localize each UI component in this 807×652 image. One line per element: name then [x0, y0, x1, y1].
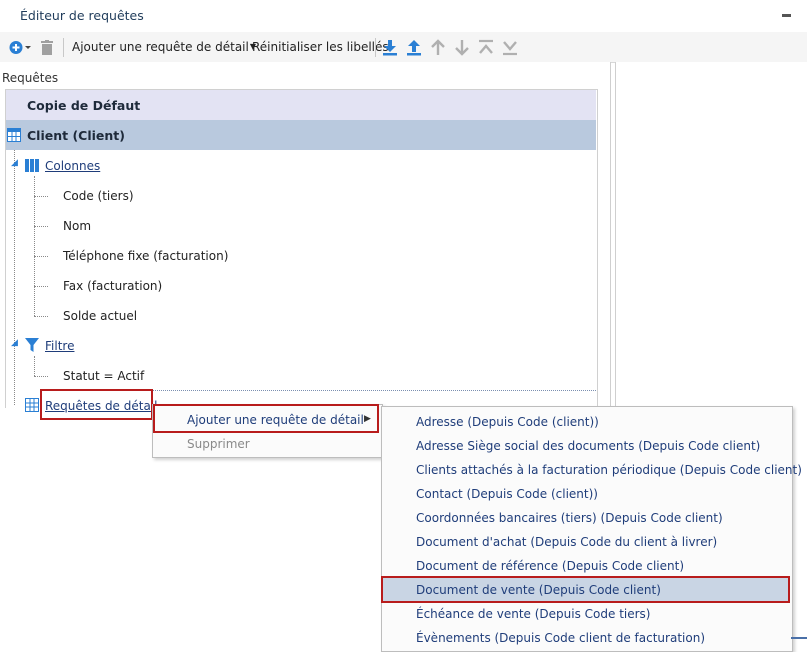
highlight-box — [153, 404, 379, 433]
upload-button[interactable] — [404, 38, 424, 57]
upload-icon — [407, 40, 421, 56]
highlight-box — [40, 389, 153, 420]
tree-entity-label: Client (Client) — [27, 128, 125, 143]
column-item[interactable]: Solde actuel — [63, 309, 137, 323]
detail-query-icon — [25, 398, 39, 412]
add-detail-button[interactable]: Ajouter une requête de détail▼ — [72, 40, 256, 54]
submenu-item[interactable]: Échéance de vente (Depuis Code tiers) — [416, 607, 650, 621]
column-item[interactable]: Fax (facturation) — [63, 279, 162, 293]
menu-item-delete[interactable]: Supprimer — [187, 437, 250, 451]
tree-connector — [34, 256, 48, 257]
move-top-icon — [479, 39, 493, 54]
move-down-button[interactable] — [452, 38, 472, 57]
expand-toggle-icon[interactable]: ◢ — [11, 338, 18, 348]
tree-connector — [34, 356, 35, 376]
add-detail-label: Ajouter une requête de détail — [72, 40, 249, 54]
download-button[interactable] — [380, 38, 400, 57]
tree-node-filter[interactable]: Filtre — [45, 339, 74, 353]
expand-toggle-icon[interactable]: ◢ — [11, 158, 18, 168]
tree-connector — [14, 150, 15, 405]
plus-circle-icon — [9, 41, 31, 54]
minimize-icon[interactable] — [782, 14, 791, 17]
tree-connector — [34, 176, 35, 316]
status-strip — [791, 637, 807, 639]
submenu-item[interactable]: Clients attachés à la facturation périod… — [416, 463, 802, 477]
column-item[interactable]: Code (tiers) — [63, 189, 134, 203]
columns-icon — [25, 159, 39, 172]
column-item[interactable]: Nom — [63, 219, 91, 233]
submenu-item[interactable]: Contact (Depuis Code (client)) — [416, 487, 598, 501]
arrow-down-icon — [455, 40, 469, 56]
arrow-up-icon — [431, 39, 445, 55]
add-dropdown-button[interactable] — [7, 38, 33, 57]
column-item[interactable]: Téléphone fixe (facturation) — [63, 249, 228, 263]
move-top-button[interactable] — [476, 38, 496, 57]
tree-connector — [34, 376, 48, 377]
submenu-item[interactable]: Adresse (Depuis Code (client)) — [416, 415, 599, 429]
toolbar-separator — [375, 38, 376, 57]
move-up-button[interactable] — [428, 38, 448, 57]
submenu-item[interactable]: Adresse Siège social des documents (Depu… — [416, 439, 760, 453]
download-icon — [383, 40, 397, 56]
delete-button[interactable] — [38, 38, 56, 57]
tree-root-row[interactable]: Copie de Défaut — [6, 90, 596, 120]
trash-icon — [41, 39, 53, 55]
tree-node-columns[interactable]: Colonnes — [45, 159, 100, 173]
tree-connector — [34, 226, 48, 227]
submenu-item[interactable]: Document d'achat (Depuis Code du client … — [416, 535, 717, 549]
submenu-item[interactable]: Document de référence (Depuis Code clien… — [416, 559, 684, 573]
move-bottom-icon — [503, 41, 517, 56]
filter-condition[interactable]: Statut = Actif — [63, 369, 144, 383]
tree-connector — [34, 316, 48, 317]
reset-labels-button[interactable]: Réinitialiser les libellés — [252, 40, 389, 54]
table-icon — [7, 128, 21, 142]
tree-connector — [34, 286, 48, 287]
highlight-box — [381, 576, 790, 603]
selection-outline — [150, 390, 596, 392]
tree-entity-row[interactable]: Client (Client) — [6, 120, 596, 150]
toolbar-separator — [63, 38, 64, 57]
submenu-item[interactable]: Évènements (Depuis Code client de factur… — [416, 631, 705, 645]
panel-label: Requêtes — [2, 71, 59, 85]
tree-root-label: Copie de Défaut — [27, 98, 141, 113]
submenu-item[interactable]: Coordonnées bancaires (tiers) (Depuis Co… — [416, 511, 723, 525]
tree-connector — [34, 196, 48, 197]
window-title: Éditeur de requêtes — [20, 8, 144, 23]
filter-icon — [25, 338, 39, 352]
move-bottom-button[interactable] — [500, 38, 520, 57]
